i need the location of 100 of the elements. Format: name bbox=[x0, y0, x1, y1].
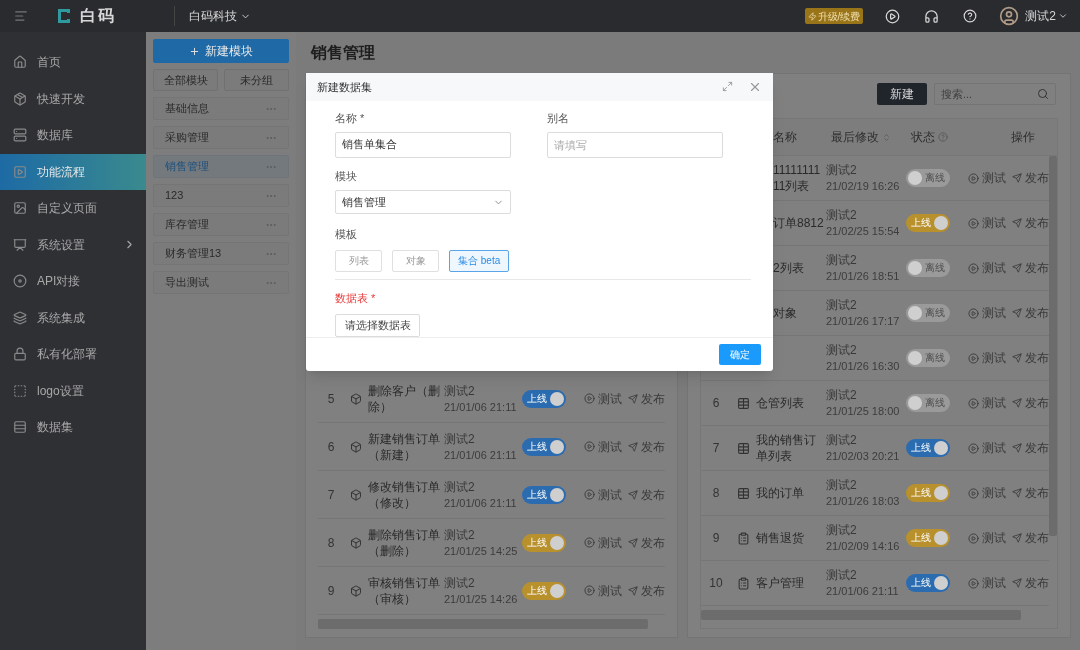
publish-link[interactable]: 发布 bbox=[628, 533, 665, 552]
row-index: 7 bbox=[711, 440, 721, 457]
menu-item-icon bbox=[13, 347, 27, 362]
upgrade-badge[interactable]: 升级/续费 bbox=[804, 8, 864, 24]
module-item[interactable]: 基础信息 bbox=[153, 97, 289, 120]
publish-link[interactable]: 发布 bbox=[1012, 574, 1049, 592]
test-link[interactable]: 测试 bbox=[968, 349, 1006, 367]
confirm-button[interactable]: 确定 bbox=[719, 344, 761, 366]
test-link[interactable]: 测试 bbox=[968, 304, 1006, 322]
select-table-button[interactable]: 请选择数据表 bbox=[335, 314, 420, 338]
module-item[interactable]: 库存管理 bbox=[153, 213, 289, 236]
module-item[interactable]: 导出测试 bbox=[153, 271, 289, 294]
send-icon bbox=[1012, 398, 1022, 408]
sort-icon[interactable] bbox=[882, 132, 891, 142]
text-field[interactable]: 请填写 bbox=[547, 131, 723, 158]
sidebar-item[interactable]: 系统集成 bbox=[0, 299, 146, 336]
status-toggle[interactable]: 离线 bbox=[906, 259, 950, 277]
template-option[interactable]: 集合 beta bbox=[449, 249, 510, 272]
filter-button[interactable]: 全部模块 bbox=[153, 69, 218, 91]
template-option[interactable]: 列表 bbox=[335, 249, 382, 272]
publish-link[interactable]: 发布 bbox=[1012, 439, 1049, 457]
play-icon bbox=[968, 217, 979, 229]
test-link[interactable]: 测试 bbox=[968, 214, 1006, 232]
play-icon bbox=[968, 442, 979, 454]
publish-link[interactable]: 发布 bbox=[628, 389, 665, 408]
publish-link[interactable]: 发布 bbox=[1012, 529, 1049, 547]
module-select[interactable]: 销售管理 bbox=[335, 190, 511, 215]
status-toggle[interactable]: 上线 bbox=[522, 485, 566, 504]
sidebar-item[interactable]: 私有化部署 bbox=[0, 336, 146, 373]
publish-link[interactable]: 发布 bbox=[1012, 349, 1049, 367]
menu-item-icon bbox=[13, 237, 27, 252]
headset-icon[interactable] bbox=[924, 8, 940, 24]
status-toggle[interactable]: 上线 bbox=[906, 439, 950, 457]
text-field[interactable]: 销售单集合 bbox=[335, 131, 511, 158]
status-toggle[interactable]: 上线 bbox=[906, 214, 950, 232]
test-link[interactable]: 测试 bbox=[968, 169, 1006, 187]
sidebar-item[interactable]: 自定义页面 bbox=[0, 190, 146, 227]
publish-link[interactable]: 发布 bbox=[1012, 484, 1049, 502]
test-link[interactable]: 测试 bbox=[584, 581, 622, 600]
publish-link[interactable]: 发布 bbox=[1012, 214, 1049, 232]
template-option[interactable]: 对象 bbox=[392, 249, 439, 272]
company-dropdown[interactable]: 白码科技 bbox=[189, 7, 251, 25]
new-button[interactable]: 新建 bbox=[877, 83, 927, 105]
row-time: 21/02/09 14:16 bbox=[826, 539, 901, 554]
fullscreen-icon[interactable] bbox=[722, 81, 733, 93]
status-toggle[interactable]: 上线 bbox=[522, 389, 566, 408]
row-name: 仓管列表 bbox=[756, 395, 805, 411]
status-toggle[interactable]: 上线 bbox=[522, 533, 566, 552]
row-time: 21/01/06 21:11 bbox=[444, 495, 518, 511]
play-icon bbox=[584, 393, 595, 404]
test-link[interactable]: 测试 bbox=[968, 394, 1006, 412]
play-icon bbox=[584, 585, 595, 596]
publish-link[interactable]: 发布 bbox=[628, 437, 665, 456]
row-user: 测试2 bbox=[826, 162, 858, 178]
sidebar-item[interactable]: 数据库 bbox=[0, 117, 146, 154]
sidebar-item[interactable]: logo设置 bbox=[0, 372, 146, 409]
status-toggle[interactable]: 离线 bbox=[906, 304, 950, 322]
status-toggle[interactable]: 上线 bbox=[906, 529, 950, 547]
row-name: 修改销售订单（修改） bbox=[368, 478, 441, 511]
test-link[interactable]: 测试 bbox=[584, 485, 622, 504]
module-item[interactable]: 财务管理13 bbox=[153, 242, 289, 265]
status-toggle[interactable]: 上线 bbox=[906, 484, 950, 502]
test-link[interactable]: 测试 bbox=[968, 529, 1006, 547]
sidebar-item[interactable]: 快速开发 bbox=[0, 80, 146, 117]
module-item[interactable]: 销售管理 bbox=[153, 155, 289, 178]
publish-link[interactable]: 发布 bbox=[1012, 304, 1049, 322]
test-link[interactable]: 测试 bbox=[968, 574, 1006, 592]
row-user: 测试2 bbox=[826, 522, 858, 538]
test-link[interactable]: 测试 bbox=[968, 484, 1006, 502]
publish-link[interactable]: 发布 bbox=[1012, 259, 1049, 277]
user-menu[interactable]: 测试2 bbox=[1025, 7, 1068, 25]
avatar-icon[interactable] bbox=[999, 6, 1020, 26]
sidebar-item[interactable]: API对接 bbox=[0, 263, 146, 300]
test-link[interactable]: 测试 bbox=[968, 439, 1006, 457]
status-toggle[interactable]: 离线 bbox=[906, 349, 950, 367]
publish-link[interactable]: 发布 bbox=[1012, 394, 1049, 412]
test-link[interactable]: 测试 bbox=[968, 259, 1006, 277]
test-link[interactable]: 测试 bbox=[584, 437, 622, 456]
new-module-button[interactable]: 新建模块 bbox=[153, 39, 289, 63]
sidebar-item[interactable]: 首页 bbox=[0, 44, 146, 81]
status-toggle[interactable]: 上线 bbox=[522, 581, 566, 600]
publish-link[interactable]: 发布 bbox=[628, 581, 665, 600]
module-item[interactable]: 123 bbox=[153, 184, 289, 207]
play-icon bbox=[584, 537, 595, 548]
menu-icon[interactable] bbox=[14, 9, 28, 23]
test-link[interactable]: 测试 bbox=[584, 389, 622, 408]
status-toggle[interactable]: 上线 bbox=[522, 437, 566, 456]
module-item[interactable]: 采购管理 bbox=[153, 126, 289, 149]
status-toggle[interactable]: 离线 bbox=[906, 394, 950, 412]
play-icon[interactable] bbox=[885, 8, 901, 24]
sidebar-item[interactable]: 系统设置 bbox=[0, 226, 146, 263]
publish-link[interactable]: 发布 bbox=[1012, 169, 1049, 187]
sidebar-item[interactable]: 功能流程 bbox=[0, 153, 146, 190]
status-toggle[interactable]: 离线 bbox=[906, 169, 950, 187]
test-link[interactable]: 测试 bbox=[584, 533, 622, 552]
publish-link[interactable]: 发布 bbox=[628, 485, 665, 504]
sidebar-item[interactable]: 数据集 bbox=[0, 409, 146, 446]
field-label: 名称 * bbox=[335, 110, 366, 126]
filter-button[interactable]: 未分组 bbox=[224, 69, 289, 91]
status-toggle[interactable]: 上线 bbox=[906, 574, 950, 592]
